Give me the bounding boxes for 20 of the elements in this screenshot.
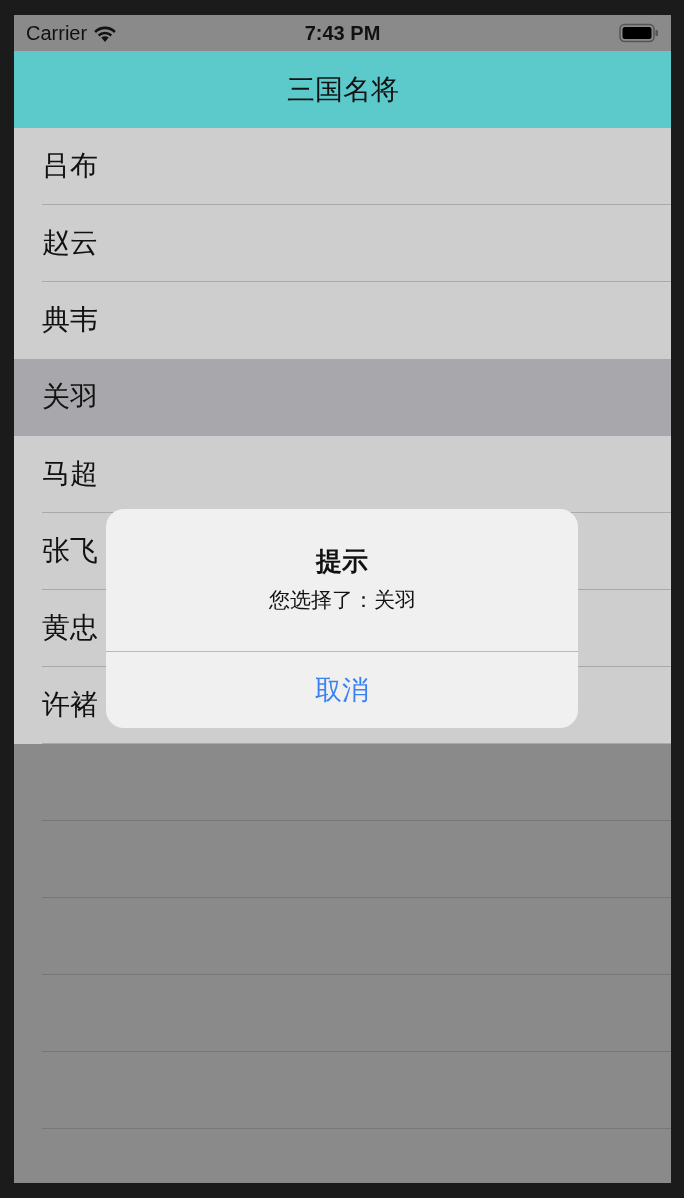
list-row[interactable]: 马超: [14, 436, 671, 513]
row-label: 张飞: [42, 534, 98, 568]
row-label: 典韦: [42, 303, 98, 337]
row-label: 吕布: [42, 149, 98, 183]
list-row[interactable]: 吕布: [14, 128, 671, 205]
row-label: 许褚: [42, 688, 98, 722]
navigation-title: 三国名将: [286, 72, 399, 107]
battery-icon: [619, 23, 659, 43]
list-row[interactable]: 关羽: [14, 359, 671, 436]
row-label: 马超: [42, 457, 98, 491]
alert-message: 您选择了：关羽: [268, 587, 416, 613]
status-time: 7:43 PM: [304, 21, 381, 46]
list-row[interactable]: 典韦: [14, 282, 671, 359]
row-label: 关羽: [42, 380, 98, 414]
wifi-icon: [93, 24, 118, 42]
list-row[interactable]: 赵云: [14, 205, 671, 282]
carrier-label: Carrier: [26, 21, 88, 46]
alert-title: 提示: [316, 545, 368, 577]
row-label: 赵云: [42, 226, 98, 260]
row-label: 黄忠: [42, 611, 98, 645]
